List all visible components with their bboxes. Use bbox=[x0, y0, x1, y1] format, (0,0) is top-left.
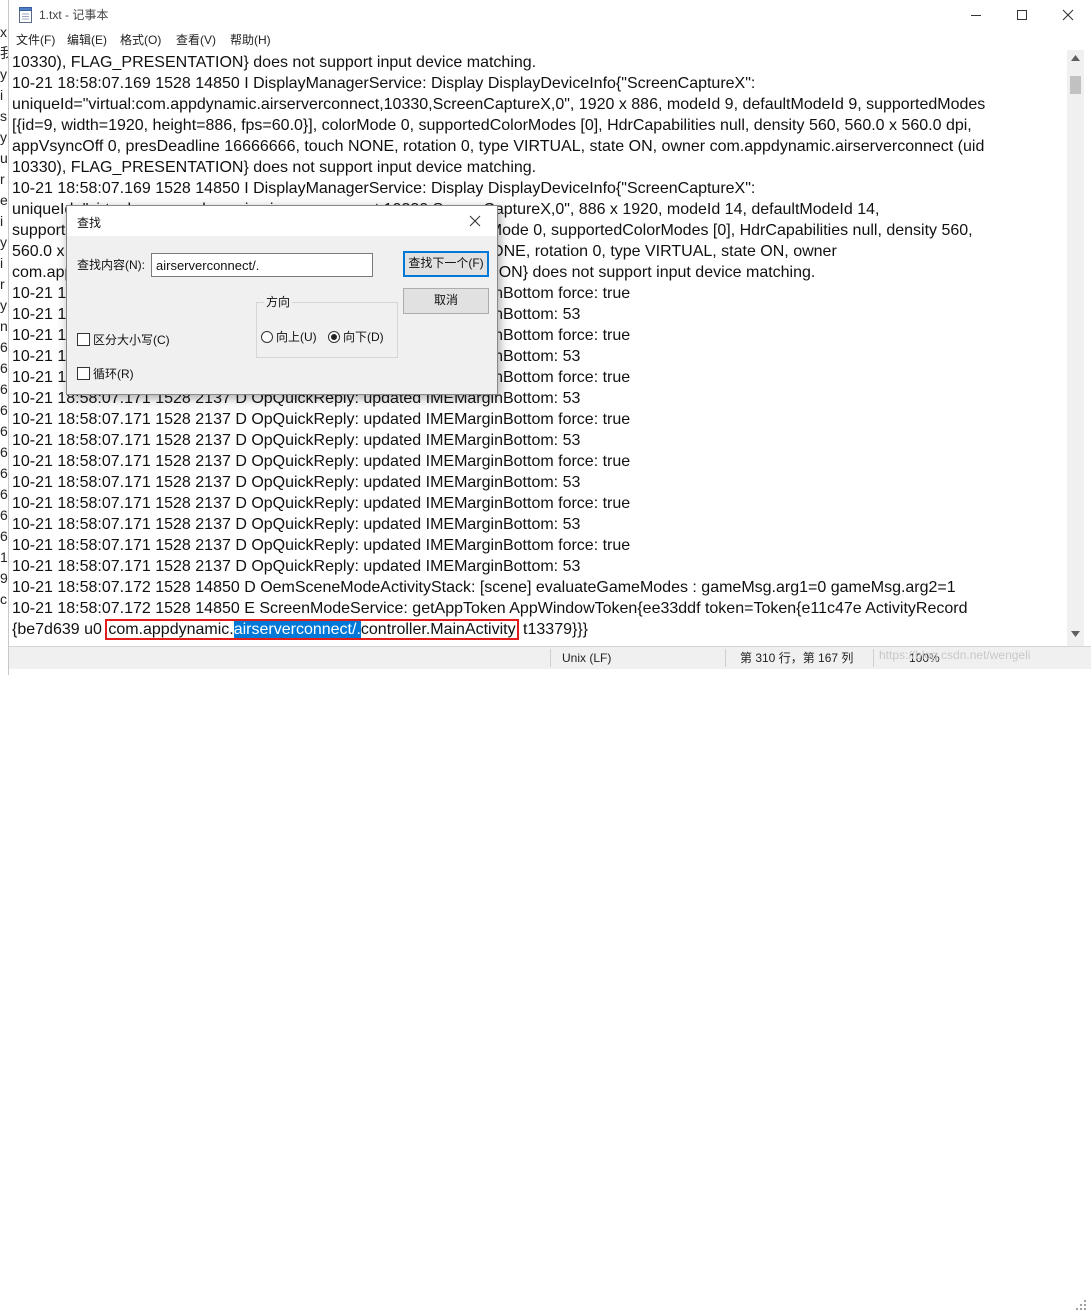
close-icon[interactable] bbox=[467, 213, 483, 229]
text-line: 10-21 18:58:07.171 1528 2137 D OpQuickRe… bbox=[12, 558, 581, 575]
background-window-char: 6 bbox=[0, 381, 8, 397]
background-window-char: 6 bbox=[0, 465, 8, 481]
background-window-char: 6 bbox=[0, 486, 8, 502]
background-window-char: r bbox=[0, 276, 5, 292]
background-window-char: r bbox=[0, 171, 5, 187]
background-window-char: 6 bbox=[0, 339, 8, 355]
direction-group: 方向 向上(U) 向下(D) bbox=[256, 294, 398, 358]
background-window-char: y bbox=[0, 297, 7, 313]
background-window-char: 6 bbox=[0, 402, 8, 418]
text-line: uniqueId="virtual:com.appdynamic.airserv… bbox=[12, 96, 986, 113]
highlight-box: com.appdynamic.airserverconnect/.control… bbox=[105, 619, 519, 640]
cancel-button[interactable]: 取消 bbox=[403, 288, 489, 314]
text-line: 10-21 18:58:07.172 1528 14850 D OemScene… bbox=[12, 579, 956, 596]
find-what-input[interactable] bbox=[151, 253, 373, 277]
selected-match: airserverconnect/. bbox=[233, 621, 361, 638]
text-line: 10-21 18:58:07.171 1528 2137 D OpQuickRe… bbox=[12, 537, 631, 554]
direction-down-label[interactable]: 向下(D) bbox=[343, 329, 384, 345]
direction-up-radio[interactable] bbox=[261, 331, 273, 343]
scroll-down-icon[interactable] bbox=[1071, 631, 1080, 637]
status-cursor-position: 第 310 行，第 167 列 bbox=[740, 651, 854, 665]
text-line: appVsyncOff 0, presDeadline 16666666, to… bbox=[12, 138, 985, 155]
watermark: https://blog.csdn.net/wengeli bbox=[879, 648, 1031, 662]
find-dialog-body: 查找内容(N): 查找下一个(F) 取消 方向 向上(U) 向下(D) 区分大小… bbox=[67, 236, 497, 394]
boxed-text-before: com.appdynamic. bbox=[108, 621, 234, 638]
text-line: 10-21 18:58:07.171 1528 2137 D OpQuickRe… bbox=[12, 432, 581, 449]
find-dialog-title-bar[interactable]: 查找 bbox=[67, 206, 497, 236]
text-line: [{id=9, width=1920, height=886, fps=60.0… bbox=[12, 117, 972, 134]
menu-edit[interactable]: 编辑(E) bbox=[67, 32, 107, 48]
background-window-char: 1 bbox=[0, 549, 8, 565]
find-dialog: 查找 查找内容(N): 查找下一个(F) 取消 方向 向上(U) 向下(D) 区… bbox=[66, 205, 498, 395]
text-line: 10-21 18:58:07.169 1528 14850 I DisplayM… bbox=[12, 180, 756, 197]
background-window-char: u bbox=[0, 150, 8, 166]
title-bar[interactable]: 1.txt - 记事本 bbox=[9, 0, 1091, 30]
find-next-button[interactable]: 查找下一个(F) bbox=[403, 251, 489, 277]
background-window-char: c bbox=[0, 591, 7, 607]
text-line: 10-21 18:58:07.171 1528 2137 D OpQuickRe… bbox=[12, 411, 631, 428]
background-window-char: i bbox=[0, 255, 4, 271]
close-button[interactable] bbox=[1045, 0, 1091, 30]
window-title: 1.txt - 记事本 bbox=[39, 8, 109, 22]
line-prefix: {be7d639 u0 bbox=[12, 621, 107, 638]
wrap-checkbox[interactable] bbox=[77, 367, 90, 380]
status-separator bbox=[725, 649, 726, 667]
highlighted-text-line: {be7d639 u0 com.appdynamic.airserverconn… bbox=[12, 619, 985, 640]
background-window-char: 6 bbox=[0, 507, 8, 523]
menu-help[interactable]: 帮助(H) bbox=[230, 32, 271, 48]
background-window-char: 6 bbox=[0, 360, 8, 376]
close-icon bbox=[1062, 9, 1074, 21]
minimize-button[interactable] bbox=[953, 0, 999, 30]
menu-view[interactable]: 查看(V) bbox=[176, 32, 216, 48]
scrollbar-thumb[interactable] bbox=[1070, 76, 1081, 94]
text-line: 10330), FLAG_PRESENTATION} does not supp… bbox=[12, 159, 537, 176]
menu-bar: 文件(F) 编辑(E) 格式(O) 查看(V) 帮助(H) bbox=[9, 30, 1091, 50]
background-window-char: e bbox=[0, 192, 8, 208]
text-line: 10-21 18:58:07.171 1528 2137 D OpQuickRe… bbox=[12, 495, 631, 512]
background-window-char: y bbox=[0, 129, 7, 145]
background-window-char: x bbox=[0, 24, 7, 40]
vertical-scrollbar[interactable] bbox=[1067, 50, 1084, 646]
minimize-icon bbox=[971, 15, 981, 16]
direction-label: 方向 bbox=[264, 294, 293, 310]
maximize-icon bbox=[1017, 10, 1027, 20]
status-encoding: Unix (LF) bbox=[562, 651, 612, 665]
direction-up-label[interactable]: 向上(U) bbox=[276, 329, 317, 345]
background-window-char: y bbox=[0, 66, 7, 82]
maximize-button[interactable] bbox=[999, 0, 1045, 30]
boxed-text-after: controller.MainActivity bbox=[360, 621, 516, 638]
background-window-char: i bbox=[0, 87, 4, 103]
text-line: 10-21 18:58:07.171 1528 2137 D OpQuickRe… bbox=[12, 516, 581, 533]
status-separator bbox=[550, 649, 551, 667]
text-line: 10330), FLAG_PRESENTATION} does not supp… bbox=[12, 54, 537, 71]
background-window-char: s bbox=[0, 108, 7, 124]
find-dialog-title: 查找 bbox=[77, 216, 102, 230]
text-line: 10-21 18:58:07.171 1528 2137 D OpQuickRe… bbox=[12, 453, 631, 470]
text-line: 10-21 18:58:07.171 1528 2137 D OpQuickRe… bbox=[12, 474, 581, 491]
find-what-label: 查找内容(N): bbox=[77, 258, 145, 272]
background-window-char: y bbox=[0, 234, 7, 250]
direction-down-radio[interactable] bbox=[328, 331, 340, 343]
menu-file[interactable]: 文件(F) bbox=[16, 32, 55, 48]
wrap-label[interactable]: 循环(R) bbox=[93, 366, 134, 382]
text-line: 10-21 18:58:07.172 1528 14850 E ScreenMo… bbox=[12, 600, 968, 617]
match-case-checkbox[interactable] bbox=[77, 333, 90, 346]
line-suffix: t13379}}} bbox=[518, 621, 589, 638]
resize-grip-icon[interactable] bbox=[1075, 1299, 1087, 1311]
background-window-char: 6 bbox=[0, 423, 8, 439]
scroll-up-icon[interactable] bbox=[1071, 55, 1080, 61]
menu-format[interactable]: 格式(O) bbox=[120, 32, 161, 48]
match-case-label[interactable]: 区分大小写(C) bbox=[93, 332, 170, 348]
background-window-char: 9 bbox=[0, 570, 8, 586]
background-window-char: n bbox=[0, 318, 8, 334]
status-separator bbox=[873, 649, 874, 667]
notepad-icon bbox=[19, 7, 32, 23]
background-window-char: 6 bbox=[0, 528, 8, 544]
background-window-char: i bbox=[0, 213, 4, 229]
text-line: 10-21 18:58:07.169 1528 14850 I DisplayM… bbox=[12, 75, 756, 92]
background-window-char: 6 bbox=[0, 444, 8, 460]
